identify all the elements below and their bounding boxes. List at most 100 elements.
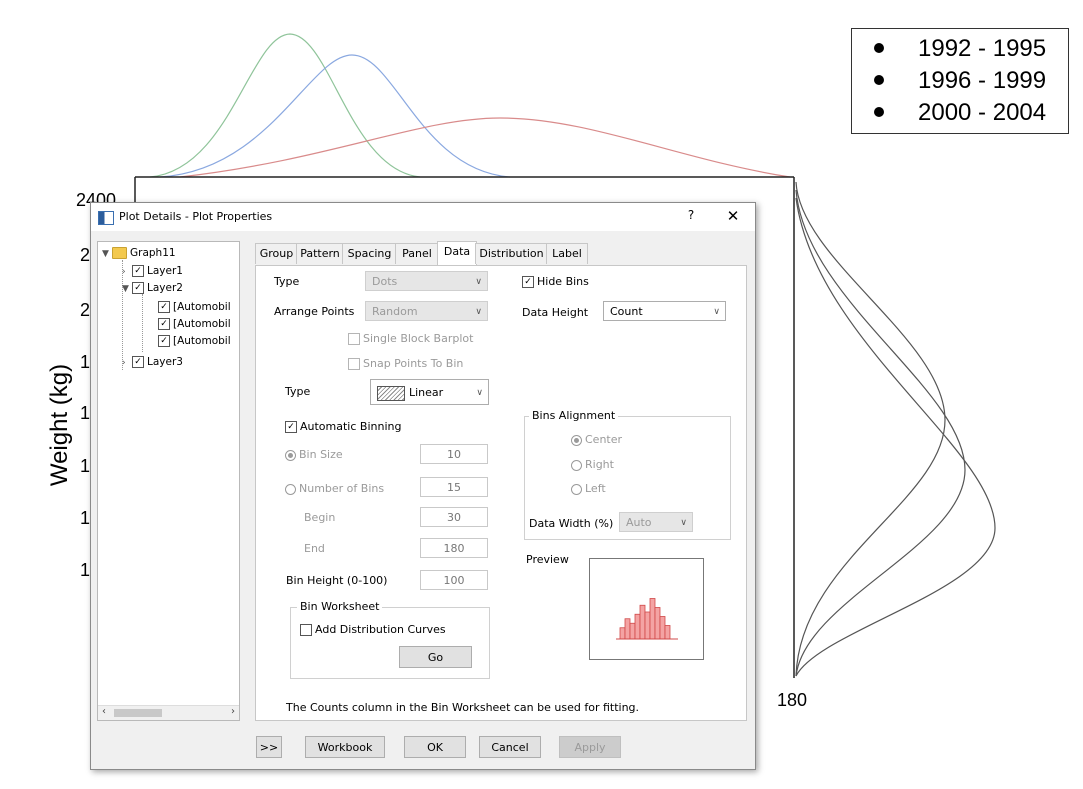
tree-item-plot[interactable]: [Automobil (158, 316, 231, 332)
scale-type-value: Linear (409, 386, 444, 399)
checkbox[interactable] (300, 624, 312, 636)
y-tick: 1 (80, 508, 91, 528)
tab-distribution[interactable]: Distribution (475, 243, 548, 264)
bins-alignment-group: Bins Alignment Center Right Left Data Wi… (524, 409, 731, 540)
checkbox[interactable] (132, 282, 144, 294)
arrange-points-select[interactable]: Random ∨ (365, 301, 488, 321)
bins-alignment-title: Bins Alignment (529, 409, 619, 422)
begin-label: Begin (304, 511, 336, 524)
begin-field[interactable]: 30 (420, 507, 488, 527)
apply-button[interactable]: Apply (559, 736, 621, 758)
radio-button[interactable] (285, 449, 296, 461)
chevron-right-icon[interactable]: › (122, 264, 132, 280)
preview-bar (639, 604, 646, 640)
preview-label: Preview (526, 553, 569, 566)
checkbox[interactable] (285, 421, 297, 433)
bullet-icon (874, 74, 884, 85)
legend-item: 2000 - 2004 (874, 97, 1046, 129)
option-label: Right (585, 458, 614, 471)
top-curve-red (179, 117, 791, 178)
workbook-button[interactable]: Workbook (305, 736, 385, 758)
more-button[interactable]: >> (256, 736, 282, 758)
num-bins-field[interactable]: 15 (420, 477, 488, 497)
tree-item-layer3[interactable]: › Layer3 (122, 354, 183, 370)
arrange-points-label: Arrange Points (274, 305, 355, 318)
cancel-button[interactable]: Cancel (479, 736, 541, 758)
chevron-down-icon[interactable]: ▼ (122, 281, 132, 297)
chevron-down-icon[interactable]: ▼ (102, 246, 112, 262)
align-right-option[interactable]: Right (571, 458, 614, 471)
chevron-down-icon: ∨ (713, 307, 720, 317)
checkbox[interactable] (158, 318, 170, 330)
chevron-down-icon: ∨ (680, 518, 687, 528)
tree-guide (142, 294, 143, 352)
checkbox[interactable] (158, 301, 170, 313)
chevron-right-icon[interactable]: › (122, 355, 132, 371)
tab-group[interactable]: Group (255, 243, 298, 264)
ok-button[interactable]: OK (404, 736, 466, 758)
type-select[interactable]: Dots ∨ (365, 271, 488, 291)
layer-tree[interactable]: ▼ Graph11 › Layer1 ▼ Layer2 [Automobil [Aut… (97, 241, 240, 721)
add-dist-curves-option[interactable]: Add Distribution Curves (300, 623, 446, 636)
option-label: Left (585, 482, 606, 495)
checkbox[interactable] (522, 276, 534, 288)
tree-label: [Automobil (173, 318, 231, 330)
scroll-left-icon[interactable]: ‹ (102, 706, 106, 717)
tree-scrollbar[interactable]: ‹ › (98, 705, 239, 720)
checkbox[interactable] (348, 333, 360, 345)
radio-button[interactable] (571, 459, 582, 471)
go-button[interactable]: Go (399, 646, 472, 668)
end-field[interactable]: 180 (420, 538, 488, 558)
end-label: End (304, 542, 325, 555)
scroll-right-icon[interactable]: › (231, 706, 235, 717)
checkbox[interactable] (132, 265, 144, 277)
auto-binning-option[interactable]: Automatic Binning (285, 420, 401, 433)
hide-bins-option[interactable]: Hide Bins (522, 275, 589, 288)
chevron-down-icon: ∨ (475, 277, 482, 287)
y-axis-label: Weight (kg) (46, 363, 73, 487)
scale-type-select[interactable]: Linear ∨ (370, 379, 489, 405)
title-bar[interactable]: Plot Details - Plot Properties ? ✕ (91, 203, 755, 231)
help-button[interactable]: ? (681, 208, 701, 226)
tree-label: Layer1 (147, 265, 183, 277)
preview-bar (654, 607, 661, 640)
tree-item-layer2[interactable]: ▼ Layer2 (122, 280, 183, 296)
tree-item-plot[interactable]: [Automobil (158, 299, 231, 315)
checkbox[interactable] (158, 335, 170, 347)
snap-points-option[interactable]: Snap Points To Bin (348, 357, 463, 370)
checkbox[interactable] (132, 356, 144, 368)
scroll-thumb[interactable] (114, 709, 162, 717)
close-button[interactable]: ✕ (721, 207, 745, 227)
single-block-option[interactable]: Single Block Barplot (348, 332, 473, 345)
preview-bar (664, 625, 671, 640)
tree-label: [Automobil (173, 335, 231, 347)
preview-box (589, 558, 704, 660)
y-tick: 2 (80, 245, 91, 265)
data-height-select[interactable]: Count ∨ (603, 301, 726, 321)
align-center-option[interactable]: Center (571, 433, 622, 446)
bin-height-field[interactable]: 100 (420, 570, 488, 590)
plot-details-dialog: Plot Details - Plot Properties ? ✕ ▼ Grap… (90, 202, 756, 770)
option-label: Center (585, 433, 623, 446)
tab-spacing[interactable]: Spacing (342, 243, 397, 264)
bin-size-option[interactable]: Bin Size (285, 448, 343, 461)
radio-button[interactable] (571, 434, 582, 446)
tab-label[interactable]: Label (546, 243, 588, 264)
align-left-option[interactable]: Left (571, 482, 606, 495)
chevron-down-icon: ∨ (475, 307, 482, 317)
preview-bar (619, 627, 626, 640)
num-bins-option[interactable]: Number of Bins (285, 482, 384, 495)
checkbox[interactable] (348, 358, 360, 370)
option-label: Snap Points To Bin (363, 357, 464, 370)
tab-pattern[interactable]: Pattern (296, 243, 344, 264)
tree-item-layer1[interactable]: › Layer1 (122, 263, 183, 279)
radio-button[interactable] (285, 483, 296, 495)
tab-panel[interactable]: Panel (395, 243, 439, 264)
data-width-select[interactable]: Auto ∨ (619, 512, 693, 532)
tree-item-graph11[interactable]: ▼ Graph11 (102, 245, 176, 261)
tree-item-plot[interactable]: [Automobil (158, 333, 231, 349)
bin-size-field[interactable]: 10 (420, 444, 488, 464)
tab-data[interactable]: Data (437, 241, 477, 265)
radio-button[interactable] (571, 483, 582, 495)
preview-bar (634, 613, 641, 640)
